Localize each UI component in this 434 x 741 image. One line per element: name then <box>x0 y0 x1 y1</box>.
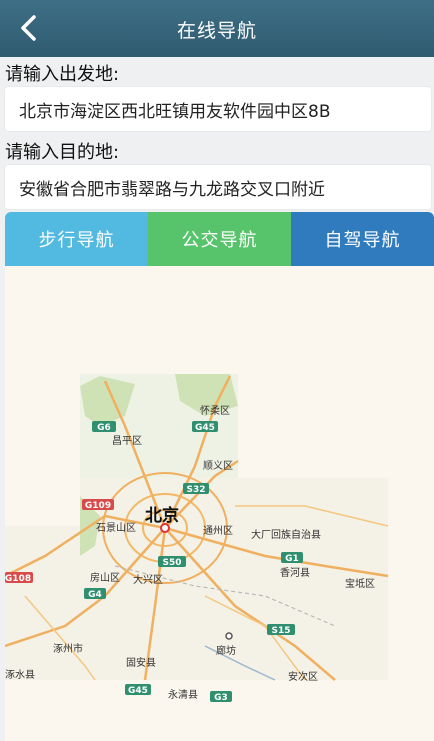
start-label: 请输入出发地: <box>5 64 120 85</box>
place-label: 房山区 <box>90 571 120 584</box>
road-shield: S15 <box>267 624 295 636</box>
place-label: 通州区 <box>203 525 233 537</box>
walk-navigation-button[interactable]: 步行导航 <box>5 212 148 266</box>
road-shield: G1 <box>281 552 303 564</box>
transit-navigation-button[interactable]: 公交导航 <box>148 212 291 266</box>
place-label: 大厂回族自治县 <box>251 528 321 541</box>
city-label: 北京 <box>145 505 179 526</box>
start-field-container <box>5 87 431 131</box>
destination-label: 请输入目的地: <box>5 142 120 163</box>
svg-text:S32: S32 <box>186 485 205 495</box>
title-bar: 在线导航 <box>0 0 434 57</box>
map-view[interactable]: G6 G45 G109 S32 S50 G1 G4 S15 G45 G3 G10… <box>5 266 434 741</box>
road-shield: G108 <box>5 572 33 584</box>
road-shield: S32 <box>183 483 209 495</box>
road-shield: S50 <box>158 556 186 568</box>
road-shield: G45 <box>192 421 218 433</box>
place-label: 永清县 <box>168 688 198 701</box>
place-label: 宝坻区 <box>345 577 375 590</box>
road-shield: G4 <box>84 588 106 600</box>
town-marker-icon <box>225 632 233 640</box>
page-title: 在线导航 <box>176 20 257 42</box>
place-label: 怀柔区 <box>200 405 230 417</box>
road-shield: G45 <box>125 684 151 696</box>
destination-input[interactable] <box>5 165 431 209</box>
drive-navigation-button[interactable]: 自驾导航 <box>291 212 434 266</box>
svg-text:S50: S50 <box>162 558 181 568</box>
destination-field-container <box>5 165 431 209</box>
svg-text:G6: G6 <box>97 423 111 433</box>
start-input[interactable] <box>5 87 431 131</box>
map-tile <box>5 526 80 680</box>
svg-text:G108: G108 <box>5 574 31 584</box>
svg-text:G4: G4 <box>88 590 102 600</box>
road-shield: G3 <box>210 691 232 703</box>
svg-text:G109: G109 <box>85 501 111 511</box>
road-shield: G6 <box>92 421 116 433</box>
place-label: 涿州市 <box>53 642 83 655</box>
navigation-mode-tabs: 步行导航 公交导航 自驾导航 <box>5 212 434 266</box>
svg-text:G1: G1 <box>285 554 299 564</box>
place-label: 固安县 <box>126 656 156 669</box>
place-label: 石景山区 <box>96 522 136 534</box>
place-label: 顺义区 <box>203 460 233 472</box>
road-shield: G109 <box>82 499 114 511</box>
app-screen: 在线导航 请输入出发地: 请输入目的地: 步行导航 公交导航 自驾导航 <box>0 0 434 741</box>
place-label: 安次区 <box>288 670 318 683</box>
svg-text:G45: G45 <box>128 686 148 696</box>
place-label: 香河县 <box>280 567 310 579</box>
svg-text:S15: S15 <box>271 626 290 636</box>
place-label: 涿水县 <box>5 669 35 681</box>
map-tiles: G6 G45 G109 S32 S50 G1 G4 S15 G45 G3 G10… <box>5 374 389 703</box>
svg-text:G45: G45 <box>195 423 215 433</box>
place-label: 廊坊 <box>216 644 236 657</box>
svg-text:G3: G3 <box>214 693 228 703</box>
place-label: 昌平区 <box>112 435 142 447</box>
place-label: 大兴区 <box>133 573 163 586</box>
